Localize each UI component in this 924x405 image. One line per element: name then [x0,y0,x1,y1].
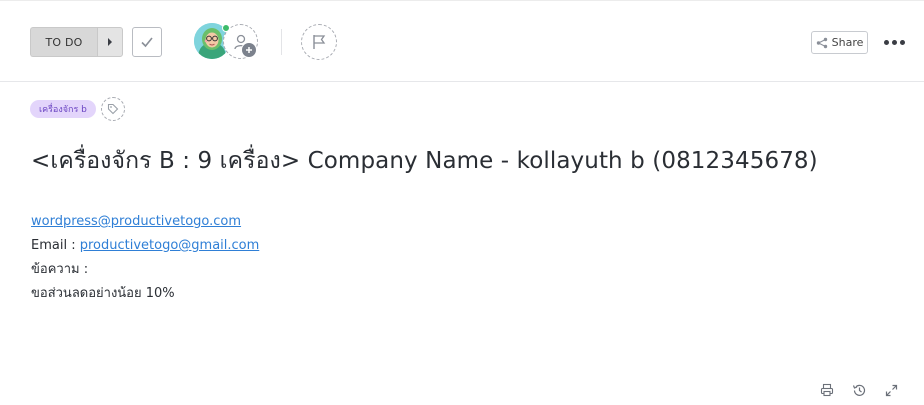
status-button[interactable]: TO DO [30,27,97,57]
print-icon [820,383,834,397]
share-button[interactable]: Share [811,31,868,54]
online-status-dot [222,24,230,32]
caret-right-icon [108,38,112,46]
share-label: Share [831,36,864,49]
ellipsis-icon [883,39,889,45]
tag-chip[interactable]: เครื่องจักร b [30,100,96,118]
email-link[interactable]: productivetogo@gmail.com [80,238,260,253]
plus-icon [241,42,257,58]
website-link[interactable]: wordpress@productivetogo.com [31,214,241,229]
task-header-bar: TO DO Share [0,0,924,82]
checkmark-icon [141,37,153,48]
task-title[interactable]: <เครื่องจักร B : 9 เครื่อง> Company Name… [31,143,818,179]
message-text: ขอส่วนลดอย่างน้อย 10% [31,286,175,301]
priority-button[interactable] [301,24,337,60]
email-label: Email : [31,238,80,253]
print-button[interactable] [818,381,836,399]
next-status-button[interactable] [97,27,123,57]
toolbar-divider [281,29,282,55]
history-button[interactable] [850,381,868,399]
task-description[interactable]: wordpress@productivetogo.com Email : pro… [31,210,259,306]
more-options-button[interactable] [880,31,908,53]
add-tag-button[interactable] [101,97,125,121]
share-icon [816,37,827,48]
mark-complete-button[interactable] [132,27,162,57]
flag-icon [313,35,326,49]
history-icon [852,384,865,396]
tag-icon [107,103,119,115]
status-control: TO DO [30,27,123,57]
bottom-actions [818,380,900,400]
expand-icon [885,384,897,396]
expand-button[interactable] [882,381,900,399]
message-label: ข้อความ : [31,262,89,277]
